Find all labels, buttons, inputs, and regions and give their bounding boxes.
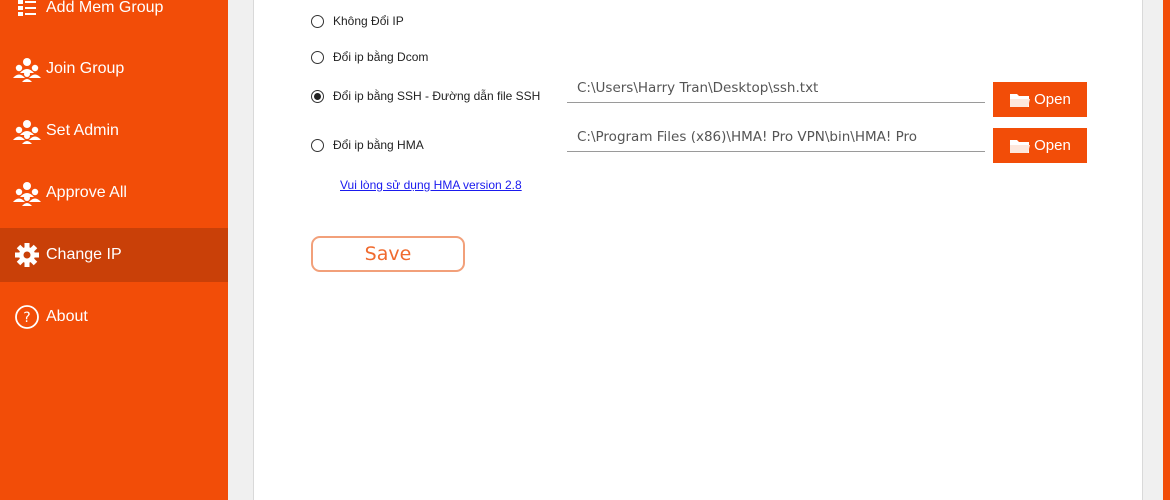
radio-option-no-change-ip[interactable]: Không Đổi IP (311, 14, 404, 28)
sidebar-item-change-ip[interactable]: Change IP (0, 228, 228, 282)
radio-label: Đổi ip bằng Dcom (333, 50, 429, 64)
group-icon (12, 178, 42, 208)
radio-option-dcom[interactable]: Đổi ip bằng Dcom (311, 50, 428, 64)
save-button[interactable]: Save (311, 236, 465, 272)
sidebar-item-set-admin[interactable]: Set Admin (0, 104, 228, 158)
group-icon (12, 116, 42, 146)
radio-option-hma[interactable]: Đổi ip bằng HMA (311, 138, 424, 152)
group-icon (12, 54, 42, 84)
sidebar-item-label: Join Group (46, 60, 125, 77)
sidebar-item-label: Set Admin (46, 122, 119, 139)
radio-button[interactable] (311, 138, 324, 152)
sidebar-item-add-mem-group[interactable]: Add Mem Group (0, 0, 228, 35)
svg-text:?: ? (23, 310, 30, 326)
hma-path-input[interactable] (567, 122, 985, 152)
radio-option-ssh[interactable]: Đổi ip bằng SSH - Đường dẫn file SSH (311, 89, 540, 103)
sidebar-item-label: Approve All (46, 184, 127, 201)
panel-border (253, 0, 254, 500)
accent-strip (1163, 0, 1170, 500)
radio-button-selected[interactable] (311, 89, 324, 103)
ssh-path-input[interactable] (567, 73, 985, 103)
radio-button[interactable] (311, 50, 324, 64)
hma-version-link[interactable]: Vui lòng sử dụng HMA version 2.8 (340, 178, 522, 192)
sidebar-item-about[interactable]: ? About (0, 290, 228, 344)
window-gutter (228, 0, 253, 500)
window-gutter (1143, 0, 1163, 500)
sidebar-item-label: About (46, 308, 88, 325)
open-ssh-file-button[interactable]: Open (993, 82, 1087, 117)
open-hma-file-button[interactable]: Open (993, 128, 1087, 163)
folder-icon (1009, 91, 1031, 109)
open-button-label: Open (1034, 91, 1071, 108)
folder-icon (1009, 137, 1031, 155)
sidebar: Add Mem Group Join Group Set Admin Appro… (0, 0, 228, 500)
radio-button[interactable] (311, 14, 324, 28)
radio-label: Không Đổi IP (333, 14, 404, 28)
sidebar-item-label: Add Mem Group (46, 0, 164, 16)
list-icon (12, 0, 42, 23)
sidebar-item-approve-all[interactable]: Approve All (0, 166, 228, 220)
gear-icon (12, 240, 42, 270)
radio-label: Đổi ip bằng HMA (333, 138, 424, 152)
radio-label: Đổi ip bằng SSH - Đường dẫn file SSH (333, 89, 541, 103)
sidebar-item-join-group[interactable]: Join Group (0, 42, 228, 96)
open-button-label: Open (1034, 137, 1071, 154)
question-icon: ? (12, 302, 42, 332)
sidebar-item-label: Change IP (46, 246, 122, 263)
